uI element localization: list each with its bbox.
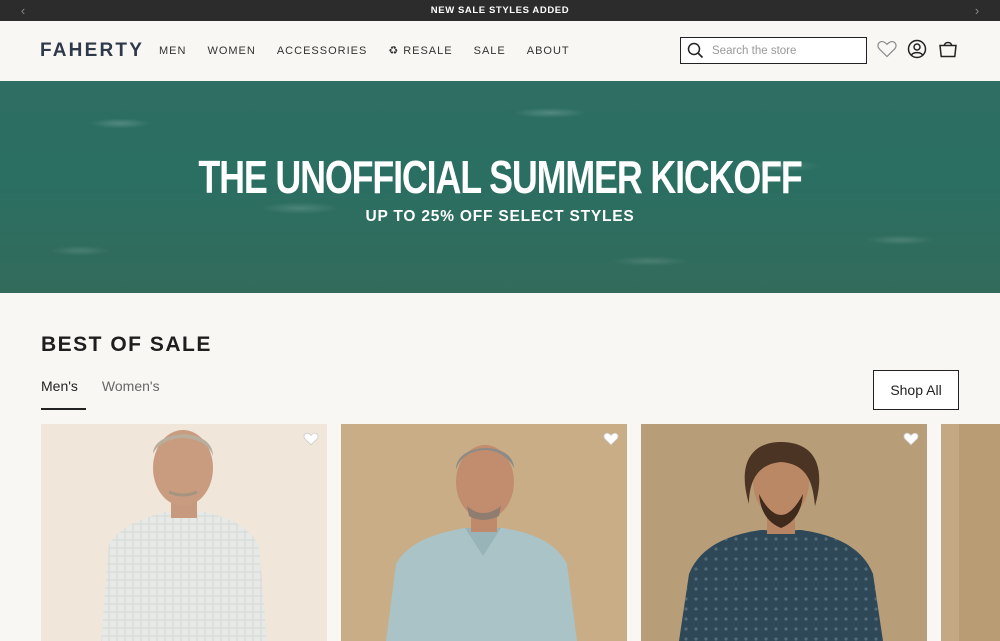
shop-all-button[interactable]: Shop All — [873, 370, 959, 410]
chevron-left-icon[interactable]: ‹ — [16, 3, 30, 18]
hero-title: THE UNOFFICIAL SUMMER KICKOFF — [198, 151, 802, 203]
account-icon[interactable] — [906, 38, 928, 60]
logo[interactable]: FAHERTY — [40, 40, 144, 62]
nav-resale[interactable]: ♻ RESALE — [388, 44, 453, 58]
product-image — [341, 424, 627, 641]
favorite-heart-icon[interactable] — [603, 432, 619, 451]
section-title: BEST OF SALE — [41, 333, 212, 356]
nav-women[interactable]: WOMEN — [207, 44, 255, 57]
hero-banner[interactable]: THE UNOFFICIAL SUMMER KICKOFF UP TO 25% … — [0, 81, 1000, 293]
main-nav: MEN WOMEN ACCESSORIES ♻ RESALE SALE ABOU… — [159, 44, 591, 58]
wishlist-heart-icon[interactable] — [876, 38, 898, 60]
announcement-bar: ‹ NEW SALE STYLES ADDED › — [0, 0, 1000, 21]
product-image — [941, 424, 1000, 641]
chevron-right-icon[interactable]: › — [970, 3, 984, 18]
site-header: FAHERTY MEN WOMEN ACCESSORIES ♻ RESALE S… — [0, 21, 1000, 81]
product-card[interactable] — [341, 424, 627, 641]
tab-mens[interactable]: Men's — [41, 378, 86, 410]
nav-resale-label: RESALE — [403, 44, 453, 57]
nav-men[interactable]: MEN — [159, 44, 186, 57]
product-image — [41, 424, 327, 641]
nav-about[interactable]: ABOUT — [527, 44, 570, 57]
recycle-icon: ♻ — [388, 45, 400, 57]
product-card[interactable] — [41, 424, 327, 641]
nav-sale[interactable]: SALE — [474, 44, 506, 57]
nav-accessories[interactable]: ACCESSORIES — [277, 44, 367, 57]
hero-subtitle: UP TO 25% OFF SELECT STYLES — [365, 208, 635, 225]
tab-womens[interactable]: Women's — [102, 378, 160, 410]
product-image — [641, 424, 927, 641]
search-input[interactable] — [712, 44, 862, 57]
favorite-heart-icon[interactable] — [903, 432, 919, 451]
search-box[interactable] — [680, 37, 867, 64]
announcement-text[interactable]: NEW SALE STYLES ADDED — [431, 5, 569, 16]
search-icon — [687, 42, 704, 59]
tab-mens-label: Men's — [41, 378, 78, 394]
favorite-heart-icon[interactable] — [303, 432, 319, 451]
gender-tabs: Men's Women's — [41, 378, 176, 410]
product-card[interactable] — [641, 424, 927, 641]
shopping-bag-icon[interactable] — [937, 38, 959, 60]
product-card-partial[interactable] — [941, 424, 1000, 641]
